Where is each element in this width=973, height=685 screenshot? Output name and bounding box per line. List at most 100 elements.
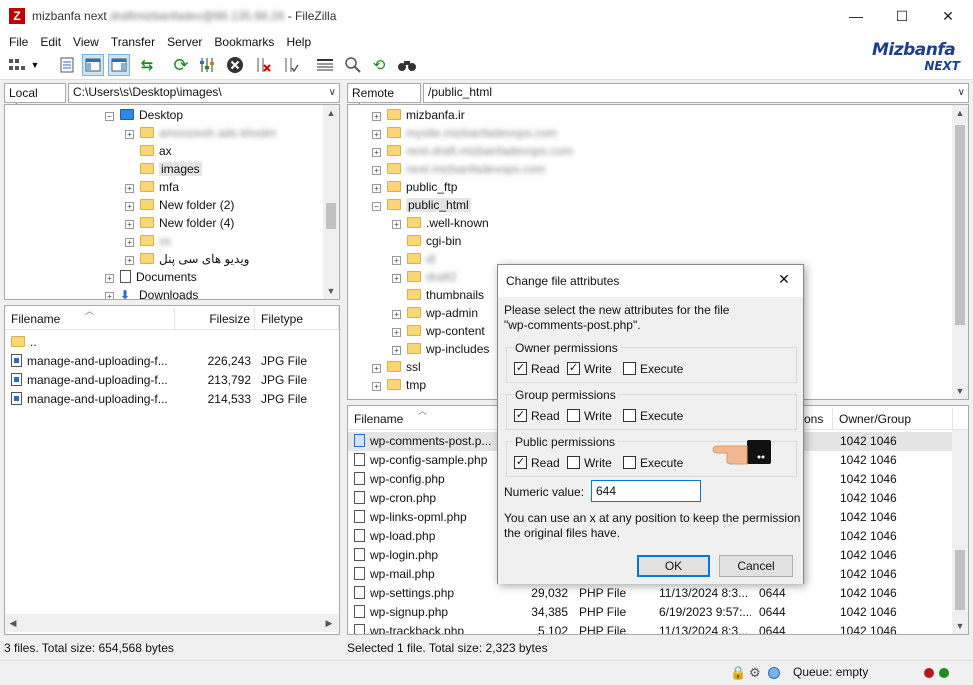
expand-icon[interactable]: + (125, 256, 134, 265)
chevron-down-icon[interactable]: ∨ (329, 84, 336, 101)
chevron-down-icon[interactable]: ∨ (958, 84, 965, 101)
checkbox-box[interactable] (567, 409, 580, 422)
collapse-icon[interactable]: − (372, 202, 381, 211)
expand-icon[interactable]: + (372, 112, 381, 121)
remote-tree-item[interactable]: + next.draft.mizbanfadevops.com (372, 142, 573, 160)
local-tree-item[interactable]: images (125, 160, 202, 178)
expand-icon[interactable]: + (125, 202, 134, 211)
menu-transfer[interactable]: Transfer (105, 32, 161, 52)
remote-tree-item[interactable]: + .well-known (392, 214, 489, 232)
local-tree-item[interactable]: + New folder (4) (125, 214, 234, 232)
directory-filter-icon[interactable] (314, 54, 336, 76)
local-tree-item[interactable]: ax (125, 142, 172, 160)
remote-tree-item[interactable]: − public_html (372, 196, 471, 214)
checkbox-box[interactable] (623, 409, 636, 422)
remote-tree-item[interactable]: + dl (392, 250, 435, 268)
refresh-icon[interactable]: ⟳ (170, 54, 192, 76)
checkbox-box[interactable] (514, 362, 527, 375)
message-log-icon[interactable] (56, 54, 78, 76)
disconnect-icon[interactable] (252, 54, 274, 76)
expand-icon[interactable]: + (125, 238, 134, 247)
table-row[interactable]: wp-settings.php 29,032 PHP File 11/13/2024 … (348, 584, 952, 603)
local-tree-item[interactable]: + New folder (2) (125, 196, 234, 214)
menu-help[interactable]: Help (280, 32, 317, 52)
expand-icon[interactable]: + (372, 166, 381, 175)
table-row[interactable]: wp-trackback.php 5,102 PHP File 11/13/2024 … (348, 622, 952, 634)
checkbox-box[interactable] (514, 456, 527, 469)
process-queue-icon[interactable] (196, 54, 218, 76)
col-filesize[interactable]: Filesize (175, 308, 255, 330)
menu-view[interactable]: View (67, 32, 105, 52)
site-manager-dropdown-icon[interactable]: ▼ (28, 54, 42, 76)
table-row[interactable]: manage-and-uploading-f... 226,243 JPG File (5, 352, 325, 371)
checkbox-box[interactable] (623, 362, 636, 375)
remote-tree-item[interactable]: + draft2 (392, 268, 457, 286)
remote-tree-item[interactable]: + mizbanfa.ir (372, 106, 465, 124)
remote-path-input[interactable]: /public_html ∨ (423, 83, 969, 103)
write-checkbox[interactable]: Write (567, 409, 612, 423)
remote-tree-item[interactable]: + mysite.mizbanfadevops.com (372, 124, 557, 142)
remote-tree-item[interactable]: + ssl (372, 358, 421, 376)
cancel-operation-icon[interactable] (224, 54, 246, 76)
menu-server[interactable]: Server (161, 32, 208, 52)
expand-icon[interactable]: + (392, 328, 401, 337)
table-row[interactable]: manage-and-uploading-f... 213,792 JPG File (5, 371, 325, 390)
expand-icon[interactable]: + (372, 382, 381, 391)
checkbox-box[interactable] (623, 456, 636, 469)
expand-icon[interactable]: + (105, 292, 114, 299)
col-filetype[interactable]: Filetype (255, 308, 339, 330)
local-hscrollbar[interactable]: ◀ ▶ (5, 614, 339, 632)
close-window-button[interactable]: ✕ (925, 0, 971, 32)
dir-compare-icon[interactable] (342, 54, 364, 76)
expand-icon[interactable]: + (372, 364, 381, 373)
expand-icon[interactable]: + (372, 148, 381, 157)
table-row[interactable]: manage-and-uploading-f... 214,533 JPG File (5, 390, 325, 409)
local-tree-item[interactable]: + ss (125, 232, 171, 250)
local-tree-toggle-icon[interactable] (82, 54, 104, 76)
remote-tree-item[interactable]: cgi-bin (392, 232, 461, 250)
remote-tree-toggle-icon[interactable] (108, 54, 130, 76)
cancel-button[interactable]: Cancel (719, 555, 793, 577)
table-row[interactable]: wp-signup.php 34,385 PHP File 6/19/2023 9:5… (348, 603, 952, 622)
remote-tree-item[interactable]: + public_ftp (372, 178, 457, 196)
transfer-queue-icon[interactable]: ⇆ (136, 54, 158, 76)
read-checkbox[interactable]: Read (514, 362, 560, 376)
expand-icon[interactable]: + (372, 184, 381, 193)
read-checkbox[interactable]: Read (514, 409, 560, 423)
remote-tree-scrollbar[interactable]: ▲ ▼ (952, 105, 968, 399)
local-tree-scrollbar[interactable]: ▲ ▼ (323, 105, 339, 299)
expand-icon[interactable]: + (372, 130, 381, 139)
col-owner-group[interactable]: Owner/Group (833, 408, 953, 430)
expand-icon[interactable]: + (392, 220, 401, 229)
write-checkbox[interactable]: Write (567, 456, 612, 470)
execute-checkbox[interactable]: Execute (623, 362, 683, 376)
expand-icon[interactable]: + (105, 274, 114, 283)
menu-edit[interactable]: Edit (34, 32, 67, 52)
expand-icon[interactable]: + (392, 346, 401, 355)
collapse-icon[interactable]: − (105, 112, 114, 121)
remote-tree-item[interactable]: + wp-admin (392, 304, 478, 322)
local-tree-item[interactable]: + mfa (125, 178, 179, 196)
menu-file[interactable]: File (3, 32, 34, 52)
local-tree-item[interactable]: + amoozesh ads khodm (125, 124, 276, 142)
table-row[interactable]: .. (5, 333, 325, 352)
maximize-button[interactable]: ☐ (879, 0, 925, 32)
remote-tree-item[interactable]: + wp-includes (392, 340, 489, 358)
expand-icon[interactable]: + (392, 310, 401, 319)
remote-tree-item[interactable]: + tmp (372, 376, 426, 394)
execute-checkbox[interactable]: Execute (623, 409, 683, 423)
reconnect-icon[interactable] (280, 54, 302, 76)
local-tree-item[interactable]: + ⬇ Downloads (105, 286, 198, 299)
local-tree-item[interactable]: + Documents (105, 268, 197, 286)
expand-icon[interactable]: + (125, 184, 134, 193)
expand-icon[interactable]: + (125, 130, 134, 139)
checkbox-box[interactable] (514, 409, 527, 422)
read-checkbox[interactable]: Read (514, 456, 560, 470)
expand-icon[interactable]: + (392, 274, 401, 283)
remote-list-scrollbar[interactable]: ▼ (952, 430, 968, 634)
checkbox-box[interactable] (567, 456, 580, 469)
remote-tree-item[interactable]: + next.mizbanfadevops.com (372, 160, 545, 178)
expand-icon[interactable]: + (392, 256, 401, 265)
checkbox-box[interactable] (567, 362, 580, 375)
remote-tree-item[interactable]: thumbnails (392, 286, 484, 304)
